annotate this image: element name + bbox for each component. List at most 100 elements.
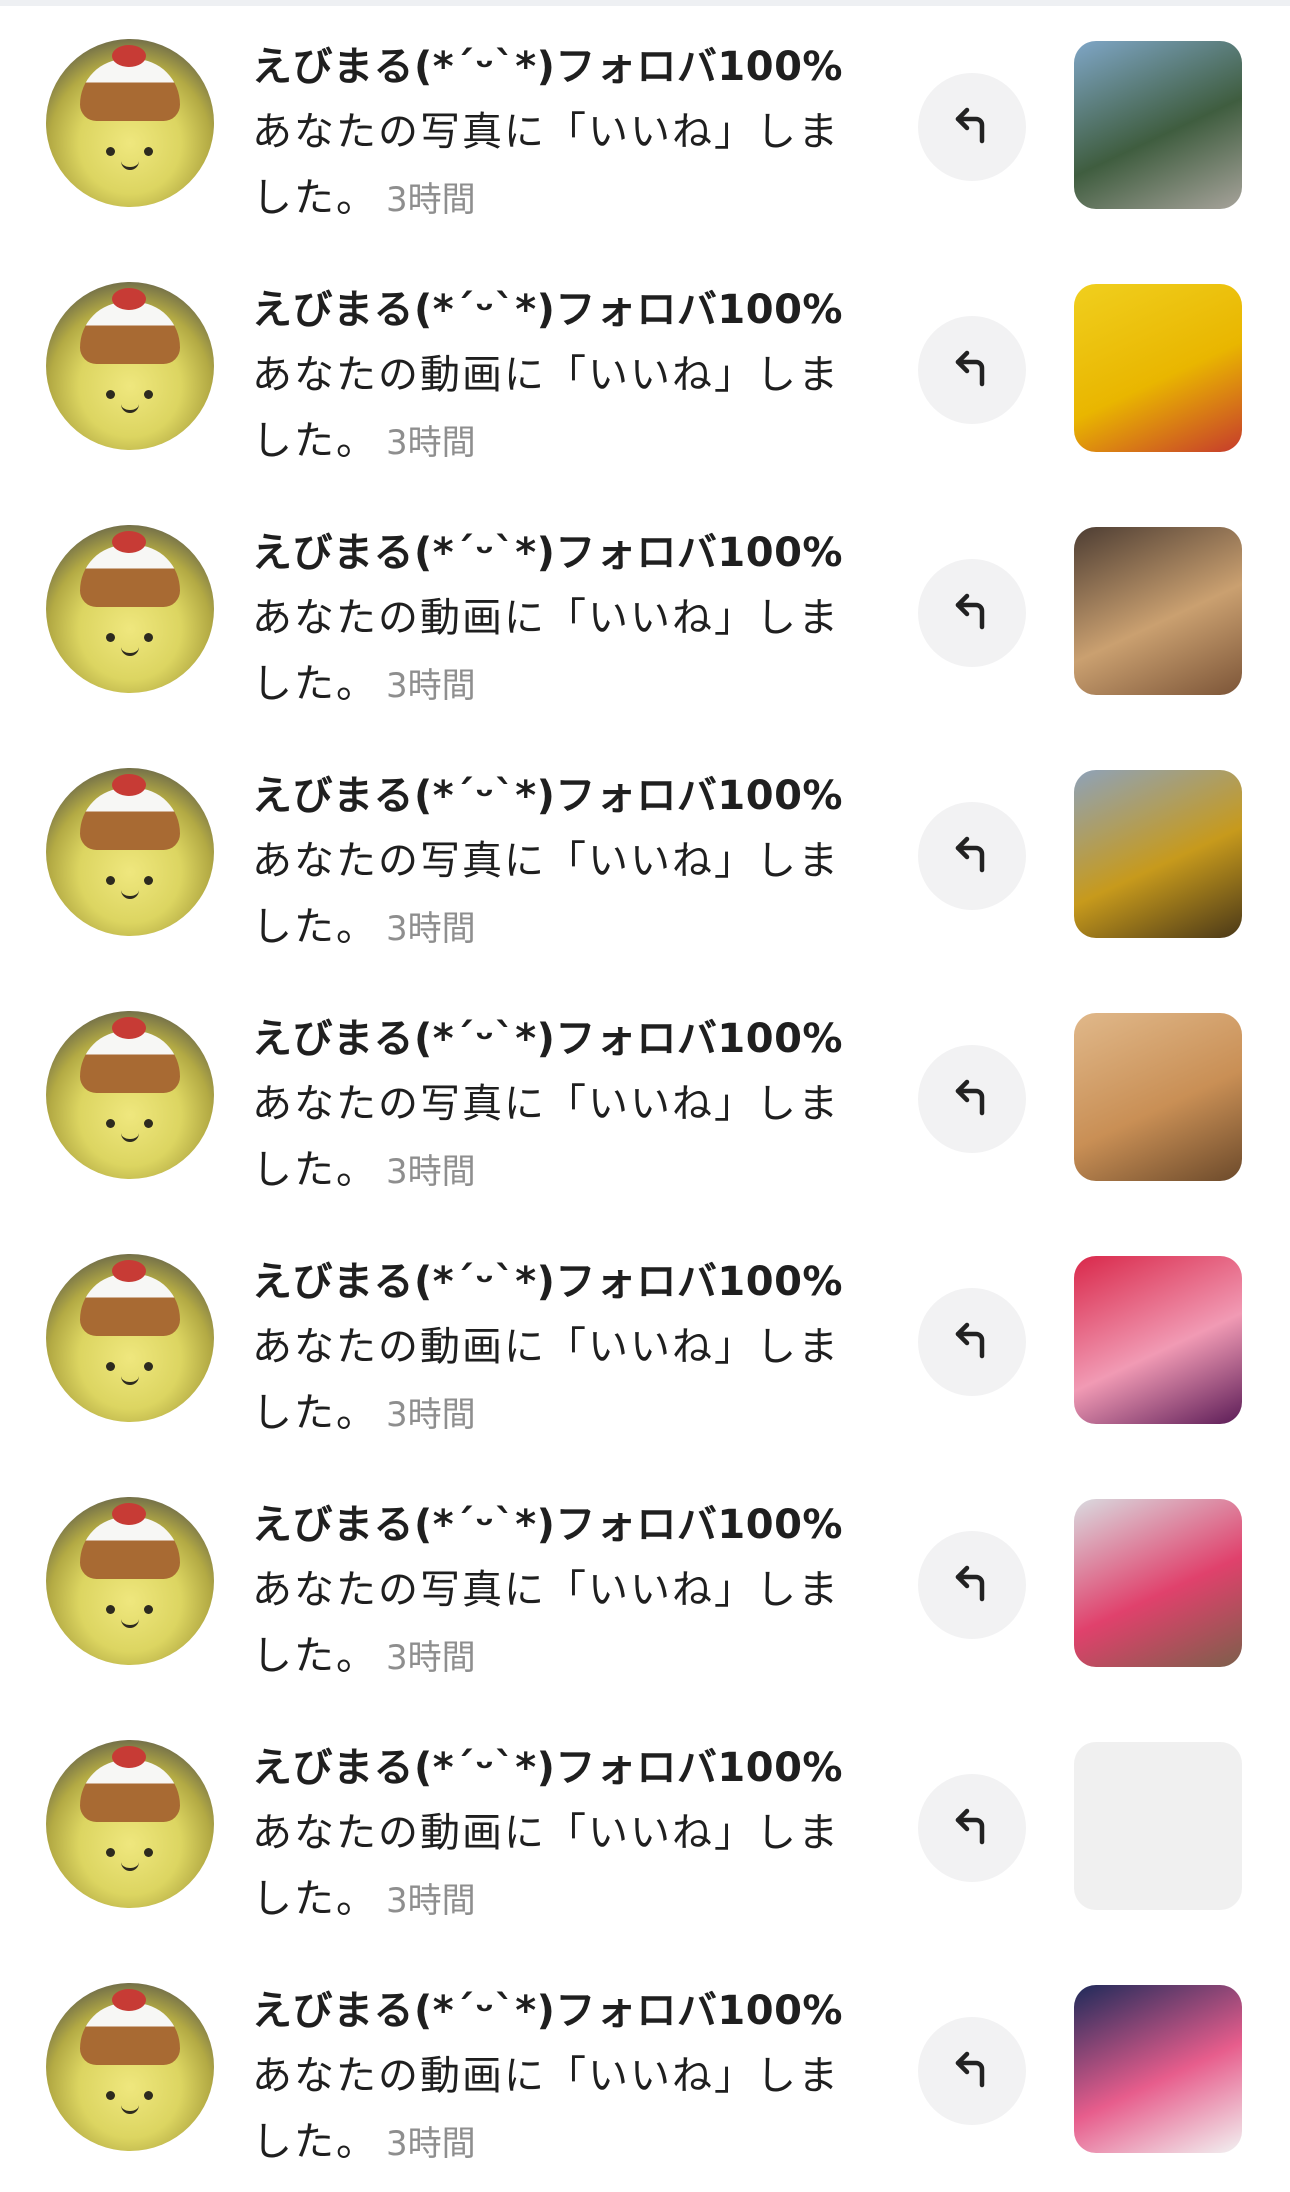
plate-with-sign-photo[interactable] — [1074, 1985, 1242, 2153]
notification-text: えびまる(*´ᵕ`*)フォロバ100% あなたの写真に「いいね」しました。 3時間 — [252, 1007, 862, 1205]
notification-row[interactable]: えびまる(*´ᵕ`*)フォロバ100% あなたの動画に「いいね」しました。 3時間 — [0, 491, 1290, 734]
notification-row[interactable]: えびまる(*´ᵕ`*)フォロバ100% あなたの写真に「いいね」しました。 3時間 — [0, 734, 1290, 977]
reply-button[interactable] — [918, 802, 1026, 910]
notification-row[interactable]: えびまる(*´ᵕ`*)フォロバ100% あなたの動画に「いいね」しました。 3時間 — [0, 248, 1290, 491]
notification-text: えびまる(*´ᵕ`*)フォロバ100% あなたの動画に「いいね」しました。 3時間 — [252, 1979, 862, 2177]
avatar-mouth — [121, 2103, 139, 2114]
notification-row[interactable]: えびまる(*´ᵕ`*)フォロバ100% あなたの動画に「いいね」しました。 3時間 — [0, 1706, 1290, 1949]
username[interactable]: えびまる(*´ᵕ`*)フォロバ100% — [252, 1250, 862, 1314]
notification-text: えびまる(*´ᵕ`*)フォロバ100% あなたの動画に「いいね」しました。 3時間 — [252, 278, 862, 476]
avatar-eye — [106, 390, 115, 399]
reply-arrow-icon — [955, 1808, 985, 1845]
avatar[interactable] — [46, 1254, 214, 1422]
avatar-hat — [80, 531, 180, 607]
avatar-eye — [144, 390, 153, 399]
reply-button[interactable] — [918, 2017, 1026, 2125]
reply-button[interactable] — [918, 316, 1026, 424]
avatar-eye — [144, 876, 153, 885]
bento-box-photo[interactable] — [1074, 1013, 1242, 1181]
avatar[interactable] — [46, 1011, 214, 1179]
message-text: あなたの動画に「いいね」しました。 — [252, 1810, 840, 1922]
notification-message: あなたの動画に「いいね」しました。 3時間 — [252, 2043, 862, 2177]
username[interactable]: えびまる(*´ᵕ`*)フォロバ100% — [252, 764, 862, 828]
avatar-mouth — [121, 1374, 139, 1385]
notification-text: えびまる(*´ᵕ`*)フォロバ100% あなたの動画に「いいね」しました。 3時間 — [252, 1736, 862, 1934]
message-text: あなたの動画に「いいね」しました。 — [252, 1324, 840, 1436]
timestamp: 3時間 — [386, 1395, 476, 1435]
avatar-mouth — [121, 1860, 139, 1871]
notification-message: あなたの動画に「いいね」しました。 3時間 — [252, 342, 862, 476]
notification-message: あなたの写真に「いいね」しました。 3時間 — [252, 1071, 862, 1205]
yellow-flyer-photo[interactable] — [1074, 284, 1242, 452]
notification-row[interactable]: えびまる(*´ᵕ`*)フォロバ100% あなたの写真に「いいね」しました。 3時間 — [0, 1463, 1290, 1706]
notification-message: あなたの動画に「いいね」しました。 3時間 — [252, 585, 862, 719]
avatar-eye — [106, 876, 115, 885]
username[interactable]: えびまる(*´ᵕ`*)フォロバ100% — [252, 35, 862, 99]
avatar-mouth — [121, 888, 139, 899]
username[interactable]: えびまる(*´ᵕ`*)フォロバ100% — [252, 521, 862, 585]
avatar-hat — [80, 1260, 180, 1336]
avatar[interactable] — [46, 282, 214, 450]
avatar[interactable] — [46, 1740, 214, 1908]
reply-arrow-icon — [955, 1079, 985, 1116]
timestamp: 3時間 — [386, 666, 476, 706]
notification-row[interactable]: えびまる(*´ᵕ`*)フォロバ100% あなたの写真に「いいね」しました。 3時間 — [0, 5, 1290, 248]
reply-arrow-icon — [955, 107, 985, 144]
avatar-hat — [80, 45, 180, 121]
timestamp: 3時間 — [386, 1152, 476, 1192]
avatar-eye — [144, 1362, 153, 1371]
avatar-eye — [106, 1848, 115, 1857]
notification-text: えびまる(*´ᵕ`*)フォロバ100% あなたの写真に「いいね」しました。 3時間 — [252, 764, 862, 962]
reply-button[interactable] — [918, 1045, 1026, 1153]
avatar-eye — [106, 1362, 115, 1371]
notification-row[interactable]: えびまる(*´ᵕ`*)フォロバ100% あなたの写真に「いいね」しました。 3時間 — [0, 977, 1290, 1220]
message-text: あなたの写真に「いいね」しました。 — [252, 1567, 840, 1679]
username[interactable]: えびまる(*´ᵕ`*)フォロバ100% — [252, 1493, 862, 1557]
avatar-mouth — [121, 1617, 139, 1628]
avatar-eye — [144, 2091, 153, 2100]
cake-and-drink-photo[interactable] — [1074, 1499, 1242, 1667]
reply-arrow-icon — [955, 1565, 985, 1602]
message-text: あなたの写真に「いいね」しました。 — [252, 109, 840, 221]
avatar-mouth — [121, 1131, 139, 1142]
avatar-eye — [106, 633, 115, 642]
reply-button[interactable] — [918, 73, 1026, 181]
blank-thumbnail[interactable] — [1074, 1742, 1242, 1910]
avatar-hat — [80, 1989, 180, 2065]
avatar[interactable] — [46, 1983, 214, 2151]
username[interactable]: えびまる(*´ᵕ`*)フォロバ100% — [252, 1007, 862, 1071]
message-text: あなたの写真に「いいね」しました。 — [252, 838, 840, 950]
avatar[interactable] — [46, 525, 214, 693]
reply-arrow-icon — [955, 1322, 985, 1359]
avatar-eye — [144, 147, 153, 156]
username[interactable]: えびまる(*´ᵕ`*)フォロバ100% — [252, 278, 862, 342]
notification-row[interactable]: えびまる(*´ᵕ`*)フォロバ100% あなたの動画に「いいね」しました。 3時間 — [0, 1949, 1290, 2192]
avatar-eye — [144, 633, 153, 642]
notification-text: えびまる(*´ᵕ`*)フォロバ100% あなたの動画に「いいね」しました。 3時間 — [252, 521, 862, 719]
timestamp: 3時間 — [386, 2124, 476, 2164]
avatar-eye — [144, 1848, 153, 1857]
message-text: あなたの動画に「いいね」しました。 — [252, 352, 840, 464]
notification-message: あなたの写真に「いいね」しました。 3時間 — [252, 1557, 862, 1691]
avatar[interactable] — [46, 768, 214, 936]
notification-message: あなたの写真に「いいね」しました。 3時間 — [252, 99, 862, 233]
avatar-eye — [106, 1605, 115, 1614]
reply-button[interactable] — [918, 559, 1026, 667]
takoyaki-pack-photo[interactable] — [1074, 527, 1242, 695]
seaside-monument-photo[interactable] — [1074, 41, 1242, 209]
reply-button[interactable] — [918, 1531, 1026, 1639]
notification-message: あなたの動画に「いいね」しました。 3時間 — [252, 1800, 862, 1934]
avatar-eye — [144, 1119, 153, 1128]
reply-button[interactable] — [918, 1288, 1026, 1396]
message-text: あなたの動画に「いいね」しました。 — [252, 2053, 840, 2165]
avatar-hat — [80, 1503, 180, 1579]
candy-bags-photo[interactable] — [1074, 770, 1242, 938]
notification-row[interactable]: えびまる(*´ᵕ`*)フォロバ100% あなたの動画に「いいね」しました。 3時間 — [0, 1220, 1290, 1463]
avatar[interactable] — [46, 1497, 214, 1665]
red-package-photo[interactable] — [1074, 1256, 1242, 1424]
username[interactable]: えびまる(*´ᵕ`*)フォロバ100% — [252, 1979, 862, 2043]
timestamp: 3時間 — [386, 909, 476, 949]
avatar[interactable] — [46, 39, 214, 207]
reply-button[interactable] — [918, 1774, 1026, 1882]
username[interactable]: えびまる(*´ᵕ`*)フォロバ100% — [252, 1736, 862, 1800]
